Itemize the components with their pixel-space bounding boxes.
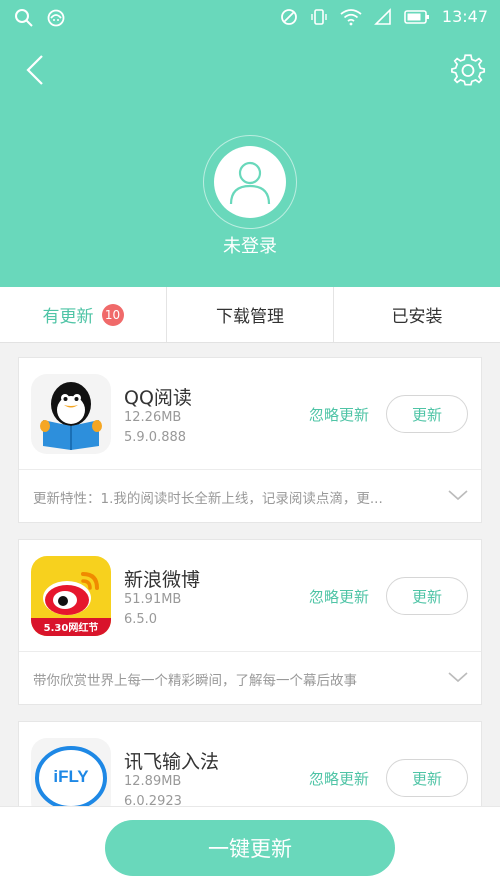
ignore-update-button[interactable]: 忽略更新 <box>309 768 369 789</box>
update-button[interactable]: 更新 <box>386 395 468 433</box>
update-count-badge: 10 <box>101 303 124 326</box>
chevron-down-icon[interactable] <box>447 487 469 503</box>
search-icon <box>15 9 33 27</box>
do-not-disturb-icon <box>280 8 297 25</box>
app-size: 12.26MB <box>124 410 182 425</box>
app-name: 新浪微博 <box>124 569 201 591</box>
tab-label: 已安装 <box>391 307 443 327</box>
ignore-update-button[interactable]: 忽略更新 <box>309 586 369 607</box>
qq-reader-app-icon <box>31 374 111 454</box>
update-button[interactable]: 更新 <box>386 759 468 797</box>
app-card: QQ阅读 12.26MB 5.9.0.888 忽略更新 更新 更新特性：1.我的… <box>18 357 482 523</box>
avatar[interactable] <box>214 146 286 218</box>
status-bar: 13:47 <box>0 0 500 36</box>
app-name: QQ阅读 <box>124 387 192 409</box>
battery-icon <box>404 9 429 24</box>
app-card: 5.30网红节 新浪微博 51.91MB 6.5.0 忽略更新 更新 带你欣赏世… <box>18 539 482 705</box>
vibrate-icon <box>311 8 327 25</box>
weibo-app-icon: 5.30网红节 <box>31 556 111 636</box>
tab-label: 有更新 <box>42 307 94 327</box>
update-button[interactable]: 更新 <box>386 577 468 615</box>
chevron-left-icon <box>26 55 43 85</box>
bottom-action-bar: 一键更新 <box>0 806 500 888</box>
changelog-text: 更新特性：1.我的阅读时长全新上线，记录阅读点滴，更... <box>33 491 383 507</box>
app-size: 12.89MB <box>124 774 182 789</box>
app-size: 51.91MB <box>124 592 182 607</box>
back-button[interactable] <box>22 50 52 90</box>
settings-button[interactable] <box>450 52 486 88</box>
tab-downloads[interactable]: 下载管理 <box>167 287 334 342</box>
gear-icon <box>451 54 486 86</box>
ignore-update-button[interactable]: 忽略更新 <box>309 404 369 425</box>
wifi-icon <box>340 8 362 25</box>
changelog-row[interactable]: 带你欣赏世界上每一个精彩瞬间，了解每一个幕后故事 <box>19 652 481 704</box>
login-status[interactable]: 未登录 <box>0 232 500 258</box>
icon-text: iFLY <box>53 767 89 786</box>
app-version: 5.9.0.888 <box>124 430 187 445</box>
changelog-text: 带你欣赏世界上每一个精彩瞬间，了解每一个幕后故事 <box>33 673 357 689</box>
signal-icon <box>373 7 391 25</box>
tab-updates[interactable]: 有更新 10 <box>0 287 167 342</box>
app-name: 讯飞输入法 <box>124 751 220 773</box>
user-icon <box>229 161 271 205</box>
status-time: 13:47 <box>441 7 488 26</box>
one-key-update-button[interactable]: 一键更新 <box>105 820 395 876</box>
weather-icon <box>47 9 65 27</box>
tab-installed[interactable]: 已安装 <box>334 287 500 342</box>
app-version: 6.5.0 <box>124 612 158 627</box>
profile-header: 13:47 未登录 <box>0 0 500 287</box>
tab-label: 下载管理 <box>216 307 284 327</box>
chevron-down-icon[interactable] <box>447 669 469 685</box>
icon-badge-text: 5.30网红节 <box>43 623 99 634</box>
tab-bar: 有更新 10 下载管理 已安装 <box>0 287 500 343</box>
changelog-row[interactable]: 更新特性：1.我的阅读时长全新上线，记录阅读点滴，更... <box>19 470 481 522</box>
